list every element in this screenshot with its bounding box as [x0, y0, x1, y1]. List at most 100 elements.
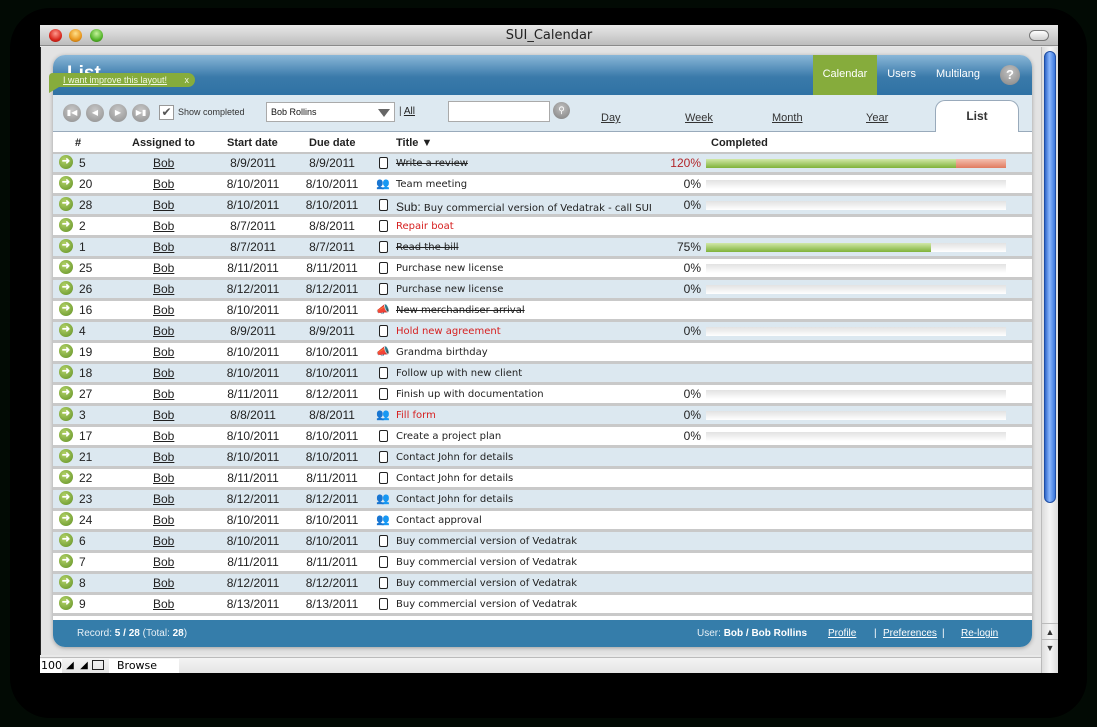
table-row[interactable]: ➜ 16 Bob 8/10/2011 8/10/2011 📣 New merchandise…: [53, 301, 1032, 322]
column-title[interactable]: Title ▼: [396, 137, 432, 149]
column-number[interactable]: #: [75, 137, 81, 149]
task-title[interactable]: Repair boat: [396, 221, 454, 232]
assigned-to-link[interactable]: Bob: [153, 492, 174, 506]
task-title[interactable]: Read the bill: [396, 242, 459, 253]
scroll-up-arrow-icon[interactable]: ▲: [1042, 623, 1058, 639]
column-assigned-to[interactable]: Assigned to: [132, 137, 195, 149]
task-title[interactable]: Hold new agreement: [396, 326, 501, 337]
assigned-to-link[interactable]: Bob: [153, 261, 174, 275]
nav-users[interactable]: Users: [877, 55, 926, 95]
assigned-to-link[interactable]: Bob: [153, 450, 174, 464]
previous-record-icon[interactable]: ◀: [86, 104, 104, 122]
table-row[interactable]: ➜ 2 Bob 8/7/2011 8/8/2011 Repair boat: [53, 217, 1032, 238]
assigned-to-link[interactable]: Bob: [153, 177, 174, 191]
zoom-level[interactable]: 100: [40, 659, 62, 673]
last-record-icon[interactable]: ▶▮: [132, 104, 150, 122]
task-title[interactable]: Purchase new license: [396, 284, 503, 295]
assigned-to-link[interactable]: Bob: [153, 471, 174, 485]
search-input[interactable]: [448, 101, 550, 122]
column-start-date[interactable]: Start date: [227, 137, 278, 149]
toggle-toolbar-icon[interactable]: [92, 660, 104, 670]
open-record-icon[interactable]: ➜: [59, 365, 73, 379]
task-title[interactable]: Buy commercial version of Vedatrak: [396, 599, 577, 610]
task-title[interactable]: Follow up with new client: [396, 368, 522, 379]
search-icon[interactable]: ⚲: [553, 102, 570, 119]
table-row[interactable]: ➜ 19 Bob 8/10/2011 8/10/2011 📣 Grandma birthda…: [53, 343, 1032, 364]
open-record-icon[interactable]: ➜: [59, 596, 73, 610]
preferences-link[interactable]: Preferences: [883, 628, 937, 639]
table-row[interactable]: ➜ 24 Bob 8/10/2011 8/10/2011 👥 Contact approva…: [53, 511, 1032, 532]
assigned-to-link[interactable]: Bob: [153, 597, 174, 611]
assigned-to-link[interactable]: Bob: [153, 555, 174, 569]
table-row[interactable]: ➜ 18 Bob 8/10/2011 8/10/2011 Follow up with n…: [53, 364, 1032, 385]
tab-month[interactable]: Month: [772, 112, 803, 124]
open-record-icon[interactable]: ➜: [59, 512, 73, 526]
tab-day[interactable]: Day: [601, 112, 621, 124]
table-row[interactable]: ➜ 1 Bob 8/7/2011 8/7/2011 Read the bill 75%: [53, 238, 1032, 259]
nav-multilang[interactable]: Multilang: [926, 55, 990, 95]
table-row[interactable]: ➜ 27 Bob 8/11/2011 8/12/2011 Finish up with d…: [53, 385, 1032, 406]
task-title[interactable]: Buy commercial version of Vedatrak: [396, 578, 577, 589]
table-row[interactable]: ➜ 3 Bob 8/8/2011 8/8/2011 👥 Fill form 0%: [53, 406, 1032, 427]
all-link[interactable]: All: [404, 106, 415, 117]
table-row[interactable]: ➜ 23 Bob 8/12/2011 8/12/2011 👥 Contact John fo…: [53, 490, 1032, 511]
profile-link[interactable]: Profile: [828, 628, 856, 639]
table-row[interactable]: ➜ 26 Bob 8/12/2011 8/12/2011 Purchase new lic…: [53, 280, 1032, 301]
table-row[interactable]: ➜ 8 Bob 8/12/2011 8/12/2011 Buy commercial ve…: [53, 574, 1032, 595]
assigned-to-link[interactable]: Bob: [153, 513, 174, 527]
open-record-icon[interactable]: ➜: [59, 407, 73, 421]
toolbar-toggle-button[interactable]: [1029, 30, 1049, 41]
table-row[interactable]: ➜ 17 Bob 8/10/2011 8/10/2011 Create a project…: [53, 427, 1032, 448]
task-title[interactable]: Buy commercial version of Vedatrak: [396, 557, 577, 568]
task-title[interactable]: Fill form: [396, 410, 436, 421]
task-title[interactable]: Contact John for details: [396, 452, 513, 463]
open-record-icon[interactable]: ➜: [59, 218, 73, 232]
task-title[interactable]: Grandma birthday: [396, 347, 488, 358]
task-title[interactable]: Finish up with documentation: [396, 389, 544, 400]
tab-list[interactable]: List: [935, 100, 1019, 132]
show-completed-checkbox[interactable]: ✔: [159, 105, 174, 120]
open-record-icon[interactable]: ➜: [59, 197, 73, 211]
open-record-icon[interactable]: ➜: [59, 302, 73, 316]
open-record-icon[interactable]: ➜: [59, 386, 73, 400]
table-row[interactable]: ➜ 28 Bob 8/10/2011 8/10/2011 Sub: Buy commerc…: [53, 196, 1032, 217]
task-title[interactable]: New merchandiser arrival: [396, 305, 525, 316]
task-title[interactable]: Write a review: [396, 158, 468, 169]
vertical-scrollbar[interactable]: ▲ ▼: [1041, 47, 1058, 673]
task-title[interactable]: Create a project plan: [396, 431, 501, 442]
column-due-date[interactable]: Due date: [309, 137, 355, 149]
next-record-icon[interactable]: ▶: [109, 104, 127, 122]
open-record-icon[interactable]: ➜: [59, 281, 73, 295]
task-title[interactable]: Contact John for details: [396, 473, 513, 484]
table-row[interactable]: ➜ 25 Bob 8/11/2011 8/11/2011 Purchase new lic…: [53, 259, 1032, 280]
table-row[interactable]: ➜ 20 Bob 8/10/2011 8/10/2011 👥 Team meeting 0%: [53, 175, 1032, 196]
open-record-icon[interactable]: ➜: [59, 554, 73, 568]
assigned-to-link[interactable]: Bob: [153, 576, 174, 590]
close-tip-button[interactable]: x: [185, 73, 190, 87]
task-title[interactable]: Contact approval: [396, 515, 482, 526]
tab-week[interactable]: Week: [685, 112, 713, 124]
assigned-to-link[interactable]: Bob: [153, 219, 174, 233]
assigned-to-link[interactable]: Bob: [153, 324, 174, 338]
zoom-in-icon[interactable]: ◢: [78, 660, 90, 671]
open-record-icon[interactable]: ➜: [59, 449, 73, 463]
scroll-down-arrow-icon[interactable]: ▼: [1042, 639, 1058, 655]
assigned-to-link[interactable]: Bob: [153, 387, 174, 401]
improve-layout-link[interactable]: I want improve this layout!: [63, 73, 167, 87]
help-button[interactable]: ?: [1000, 65, 1020, 85]
open-record-icon[interactable]: ➜: [59, 176, 73, 190]
task-title[interactable]: Purchase new license: [396, 263, 503, 274]
user-select[interactable]: Bob Rollins: [266, 102, 395, 122]
open-record-icon[interactable]: ➜: [59, 533, 73, 547]
table-row[interactable]: ➜ 21 Bob 8/10/2011 8/10/2011 Contact John for…: [53, 448, 1032, 469]
open-record-icon[interactable]: ➜: [59, 491, 73, 505]
table-row[interactable]: ➜ 9 Bob 8/13/2011 8/13/2011 Buy commercial ve…: [53, 595, 1032, 616]
assigned-to-link[interactable]: Bob: [153, 282, 174, 296]
open-record-icon[interactable]: ➜: [59, 260, 73, 274]
open-record-icon[interactable]: ➜: [59, 344, 73, 358]
table-row[interactable]: ➜ 4 Bob 8/9/2011 8/9/2011 Hold new agreement 0…: [53, 322, 1032, 343]
assigned-to-link[interactable]: Bob: [153, 240, 174, 254]
column-completed[interactable]: Completed: [711, 137, 768, 149]
task-title[interactable]: Buy commercial version of Vedatrak: [396, 536, 577, 547]
zoom-out-icon[interactable]: ◢: [64, 660, 76, 671]
